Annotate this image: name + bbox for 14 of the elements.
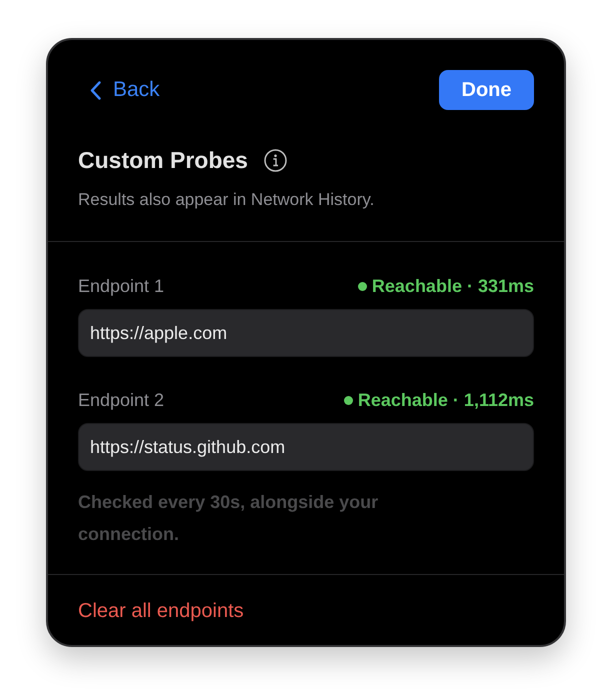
section-title: Custom Probes	[78, 146, 248, 174]
url-input-field[interactable]: https://apple.com	[78, 309, 534, 357]
status-text: Reachable · 1,112ms	[358, 389, 534, 411]
status-text: Reachable · 331ms	[372, 275, 534, 297]
done-button[interactable]: Done	[439, 70, 534, 110]
footnote-text: Checked every 30s, alongside your connection.	[78, 491, 380, 546]
back-button[interactable]: Back	[90, 78, 160, 102]
chevron-left-icon	[90, 80, 101, 100]
clear-endpoints-link[interactable]: Clear all endpoints	[78, 599, 244, 623]
info-icon[interactable]	[264, 148, 287, 172]
endpoint-label: Endpoint 1	[78, 275, 164, 297]
endpoint-label: Endpoint 2	[78, 389, 164, 411]
url-input-field[interactable]: https://status.github.com	[78, 423, 534, 471]
subtitle-text: Results also appear in Network History.	[78, 189, 376, 211]
